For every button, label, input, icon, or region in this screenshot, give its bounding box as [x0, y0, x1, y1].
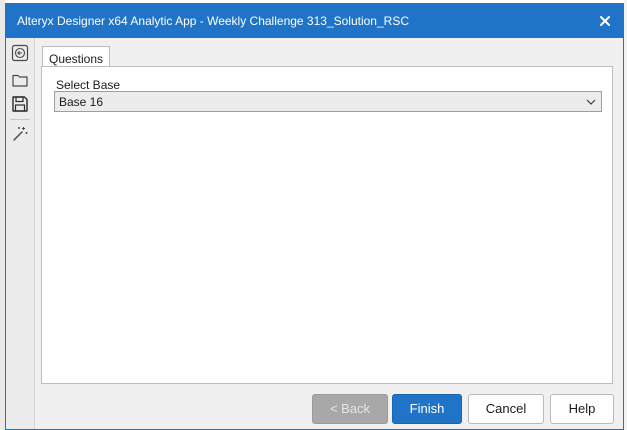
open-button[interactable]: [10, 70, 30, 90]
window-title: Alteryx Designer x64 Analytic App - Week…: [17, 14, 409, 28]
save-button[interactable]: [10, 94, 30, 114]
folder-open-icon: [12, 74, 28, 87]
left-toolbar: [6, 38, 35, 429]
back-arrow-icon: [11, 44, 29, 62]
close-icon: [600, 16, 610, 26]
cancel-button[interactable]: Cancel: [468, 394, 544, 424]
close-button[interactable]: [593, 9, 617, 33]
select-base-label: Select Base: [56, 78, 121, 92]
toolbar-divider: [10, 119, 30, 120]
analytic-app-dialog: Alteryx Designer x64 Analytic App - Week…: [5, 3, 624, 430]
questions-panel: Select Base Base 16: [41, 66, 613, 384]
help-button[interactable]: Help: [550, 394, 614, 424]
title-bar: Alteryx Designer x64 Analytic App - Week…: [6, 4, 623, 38]
magic-wand-icon: [13, 127, 28, 141]
back-button[interactable]: [10, 43, 30, 63]
back-nav-button[interactable]: < Back: [312, 394, 388, 424]
finish-button[interactable]: Finish: [392, 394, 462, 424]
tab-questions-label: Questions: [49, 52, 104, 66]
select-base-dropdown[interactable]: Base 16: [54, 91, 602, 112]
select-base-value: Base 16: [59, 95, 104, 109]
save-icon: [12, 96, 28, 112]
wizard-button[interactable]: [10, 124, 30, 144]
chevron-down-icon: [585, 96, 597, 108]
